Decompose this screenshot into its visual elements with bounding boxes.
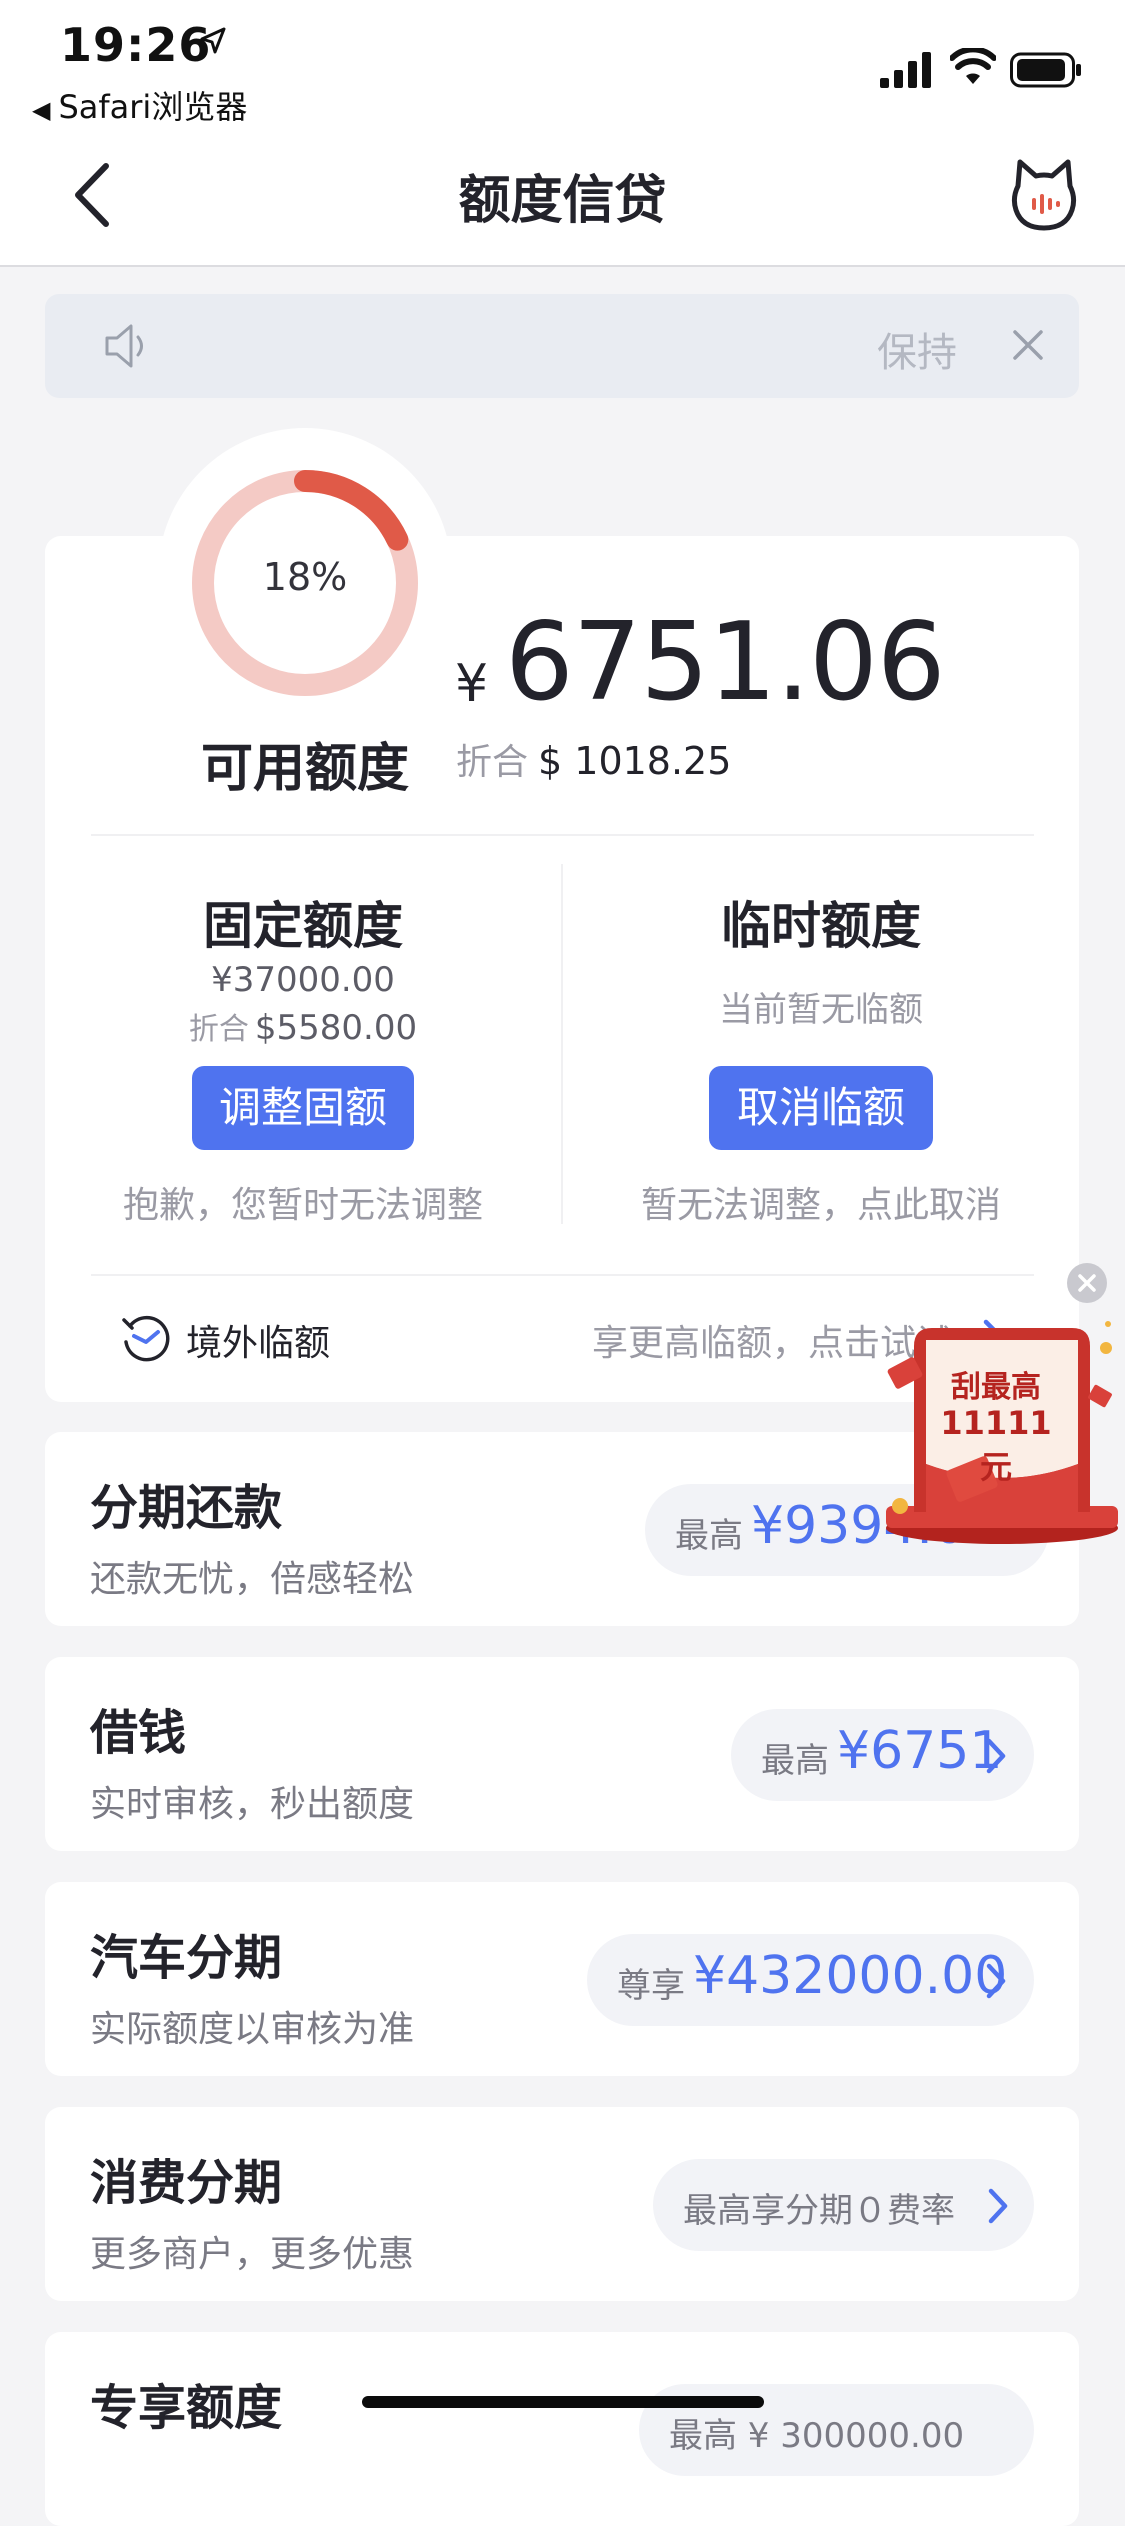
promo-line-1: 刮最高	[951, 1370, 1041, 1405]
item-limit-pill[interactable]: 最高享分期０费率	[653, 2159, 1034, 2251]
item-subtitle: 还款无忧，倍感轻松	[90, 1559, 415, 1600]
notice-bar[interactable]: 保持	[45, 294, 1079, 398]
converted-amount-row: 折合 $ 1018.25	[456, 733, 731, 785]
status-time: 19:26	[60, 18, 212, 72]
fixed-converted-label: 折合	[188, 1012, 249, 1047]
chevron-right-icon	[988, 2188, 1008, 2224]
column-divider	[561, 864, 563, 1224]
converted-amount: $ 1018.25	[538, 739, 732, 783]
speaker-icon	[105, 324, 143, 368]
currency-symbol: ¥	[455, 654, 489, 714]
chevron-right-icon	[986, 1738, 1006, 1774]
temporary-note[interactable]: 暂无法调整，点此取消	[601, 1176, 1041, 1228]
pill-label: 尊享	[617, 1966, 685, 2006]
page-title: 额度信贷	[458, 171, 667, 231]
fixed-note: 抱歉，您暂时无法调整	[122, 1185, 483, 1226]
item-title: 消费分期	[90, 2155, 283, 2211]
item-limit-pill[interactable]: 最高 ¥6751	[731, 1709, 1034, 1801]
cat-assistant-icon[interactable]	[1010, 158, 1078, 232]
temporary-credit-title: 临时额度	[721, 897, 921, 955]
list-item-exclusive-credit[interactable]: 专享额度 最高 ¥ 300000.00	[45, 2332, 1079, 2526]
pill-value: ¥432000.00	[693, 1946, 1008, 2006]
back-to-app[interactable]: ◀ Safari浏览器	[32, 82, 247, 128]
item-title: 借钱	[90, 1705, 187, 1761]
back-triangle-icon: ◀	[32, 96, 51, 124]
clock-plane-icon	[122, 1315, 170, 1362]
item-limit-pill[interactable]: 尊享 ¥432000.00	[587, 1934, 1034, 2026]
pill-label: 最高 ¥ 300000.00	[669, 2416, 965, 2456]
item-subtitle: 更多商户，更多优惠	[90, 2234, 415, 2275]
overseas-credit-label[interactable]: 境外临额	[186, 1314, 330, 1366]
item-title: 汽车分期	[90, 1930, 283, 1986]
item-title: 专享额度	[90, 2380, 283, 2436]
cancel-temporary-button[interactable]: 取消临额	[709, 1066, 933, 1150]
converted-label: 折合	[456, 742, 529, 783]
fixed-converted-amount: $5580.00	[254, 1008, 418, 1048]
pill-label: 最高	[761, 1741, 829, 1781]
fixed-credit-title: 固定额度	[203, 897, 403, 955]
list-item-car-installment[interactable]: 汽车分期 实际额度以审核为准 尊享 ¥432000.00	[45, 1882, 1079, 2076]
usage-percent: 18%	[262, 555, 348, 599]
battery-icon	[1010, 52, 1081, 88]
pill-value: ¥6751	[837, 1721, 1003, 1781]
promo-close-icon[interactable]	[1066, 1262, 1108, 1304]
list-item-consumer-installment[interactable]: 消费分期 更多商户，更多优惠 最高享分期０费率	[45, 2107, 1079, 2301]
divider	[91, 1274, 1034, 1276]
divider	[91, 834, 1034, 836]
fixed-credit-amount: ¥37000.00	[211, 960, 395, 1000]
fixed-converted-row: 折合 $5580.00	[103, 1004, 503, 1048]
item-subtitle: 实际额度以审核为准	[90, 2009, 415, 2050]
adjust-fixed-button[interactable]: 调整固额	[192, 1066, 414, 1150]
chevron-right-icon	[986, 1963, 1006, 1999]
item-subtitle: 实时审核，秒出额度	[90, 1784, 415, 1825]
location-arrow-icon	[200, 27, 226, 54]
back-app-label: Safari浏览器	[58, 88, 248, 126]
available-credit-label: 可用额度	[200, 739, 409, 799]
close-icon[interactable]	[1003, 320, 1053, 370]
pill-label: 最高享分期０费率	[683, 2191, 955, 2231]
temporary-credit-status: 当前暂无临额	[719, 990, 923, 1030]
cellular-signal-icon	[880, 52, 931, 88]
promo-line-2: 11111元	[940, 1404, 1052, 1486]
available-amount: 6751.06	[505, 600, 946, 725]
pill-label: 最高	[675, 1516, 743, 1556]
home-indicator	[362, 2396, 764, 2408]
list-item-borrow[interactable]: 借钱 实时审核，秒出额度 最高 ¥6751	[45, 1657, 1079, 1851]
wifi-icon	[950, 48, 996, 84]
notice-text: 保持	[877, 330, 957, 376]
item-title: 分期还款	[90, 1480, 283, 1536]
